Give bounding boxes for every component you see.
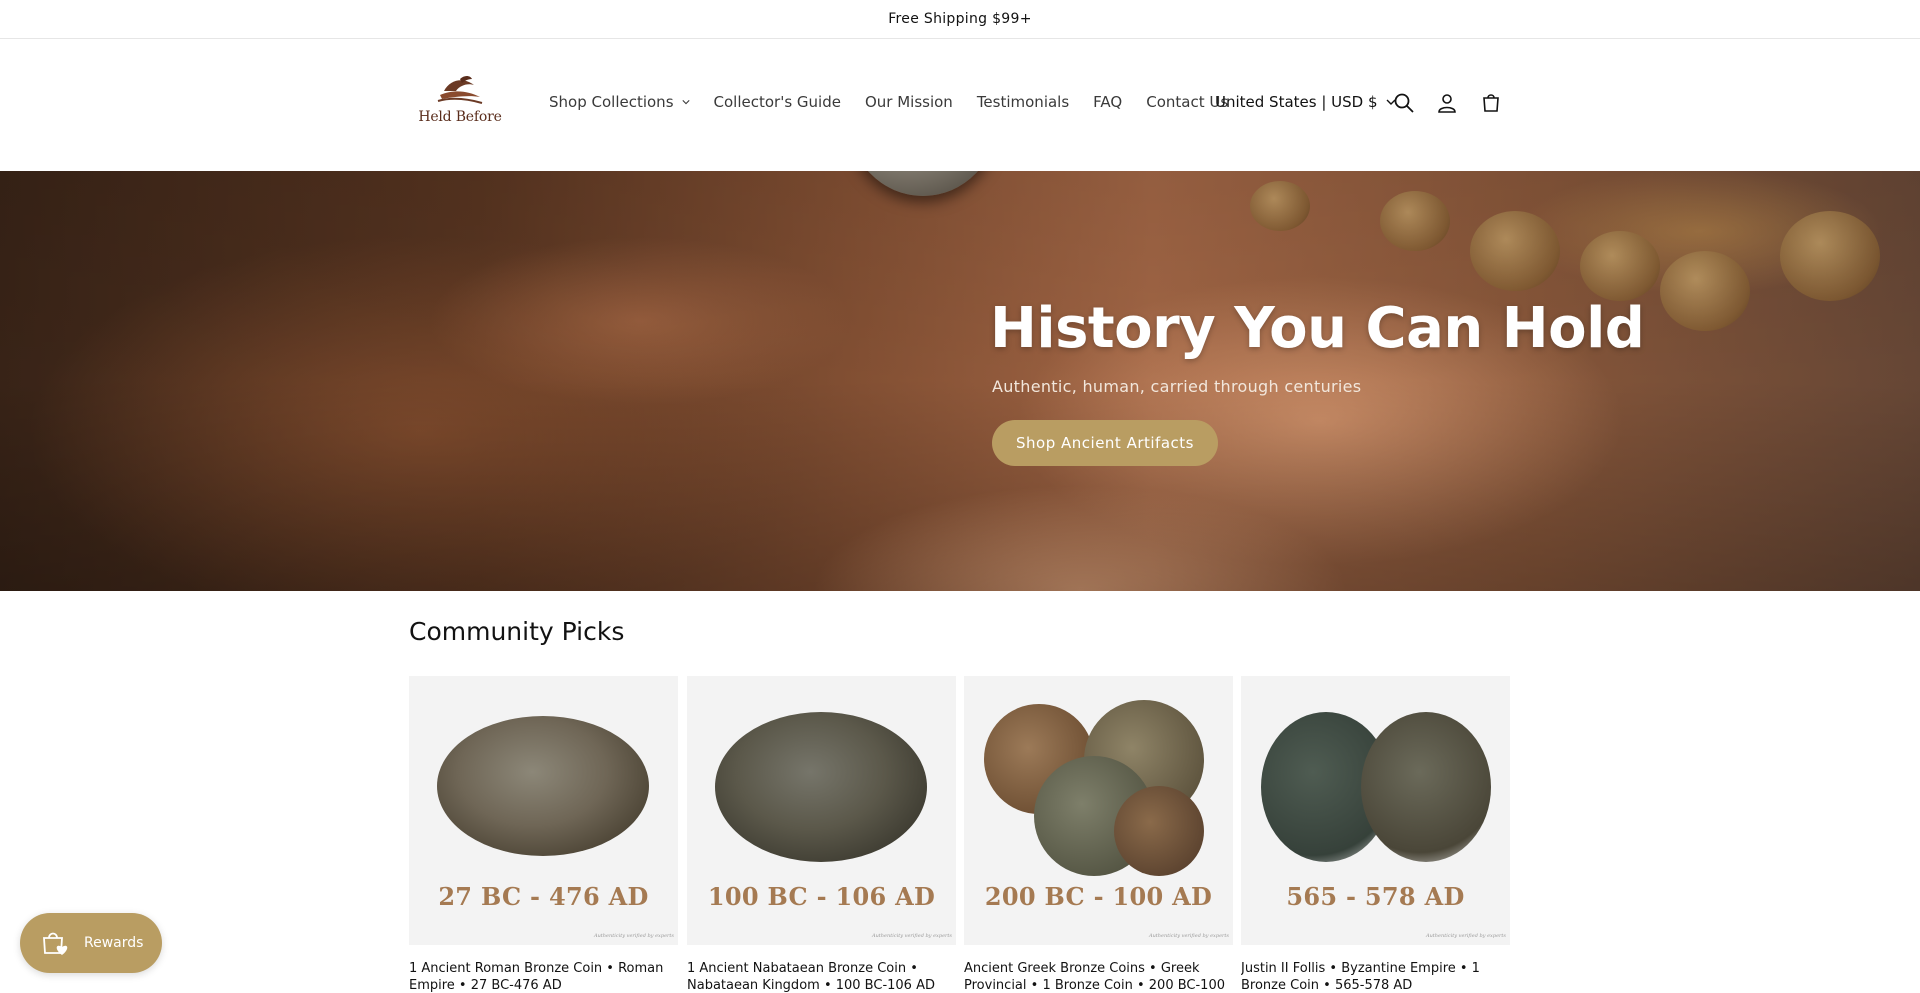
authenticity-note: Authenticity verified by experts <box>1148 933 1229 939</box>
authenticity-note: Authenticity verified by experts <box>1425 933 1506 939</box>
hero-banner <box>0 171 1920 591</box>
rewards-label: Rewards <box>84 935 144 951</box>
nav-collectors-guide[interactable]: Collector's Guide <box>714 93 841 111</box>
shop-artifacts-button[interactable]: Shop Ancient Artifacts <box>992 420 1218 466</box>
announcement-bar: Free Shipping $99+ <box>0 0 1920 39</box>
product-title[interactable]: 1 Ancient Nabataean Bronze Coin • Nabata… <box>687 960 956 993</box>
product-card[interactable]: 100 BC - 106 AD Authenticity verified by… <box>687 676 956 993</box>
brand-name: Held Before <box>418 109 502 125</box>
product-image[interactable]: 200 BC - 100 AD Authenticity verified by… <box>964 676 1233 945</box>
hero-subtitle: Authentic, human, carried through centur… <box>992 377 1362 396</box>
coin-pile-image <box>715 712 927 862</box>
coin-pile-image <box>437 716 649 856</box>
product-era-label: 565 - 578 AD <box>1286 882 1465 911</box>
nav-label: Our Mission <box>864 93 953 111</box>
coin-image <box>1361 712 1491 862</box>
product-image[interactable]: 565 - 578 AD Authenticity verified by ex… <box>1241 676 1510 945</box>
rewards-button[interactable]: Rewards <box>20 913 162 973</box>
product-card[interactable]: 565 - 578 AD Authenticity verified by ex… <box>1241 676 1510 993</box>
brand-logo[interactable]: Held Before <box>414 69 506 135</box>
search-icon[interactable] <box>1392 91 1416 115</box>
eagle-logo-icon <box>437 76 483 104</box>
authenticity-note: Authenticity verified by experts <box>593 933 674 939</box>
nav-label: Shop Collections <box>549 93 674 111</box>
nav-testimonials[interactable]: Testimonials <box>977 93 1069 111</box>
section-title: Community Picks <box>409 617 625 646</box>
product-title[interactable]: 1 Ancient Roman Bronze Coin • Roman Empi… <box>409 960 678 993</box>
product-image[interactable]: 27 BC - 476 AD Authenticity verified by … <box>409 676 678 945</box>
product-era-label: 100 BC - 106 AD <box>707 882 936 911</box>
nav-label: FAQ <box>1093 93 1123 111</box>
locale-label: United States | USD $ <box>1215 93 1378 111</box>
product-era-label: 200 BC - 100 AD <box>984 882 1213 911</box>
hero-overlay <box>0 171 1920 591</box>
locale-selector[interactable]: United States | USD $ <box>1215 93 1396 111</box>
authenticity-note: Authenticity verified by experts <box>871 933 952 939</box>
site-header: Held Before Shop Collections Collector's… <box>0 39 1920 171</box>
product-card[interactable]: 27 BC - 476 AD Authenticity verified by … <box>409 676 678 993</box>
cart-icon[interactable] <box>1479 91 1503 115</box>
account-icon[interactable] <box>1435 91 1459 115</box>
main-nav: Shop Collections Collector's Guide Our M… <box>549 93 1252 111</box>
nav-faq[interactable]: FAQ <box>1093 93 1122 111</box>
hero-title: History You Can Hold <box>990 296 1645 361</box>
product-era-label: 27 BC - 476 AD <box>438 882 649 911</box>
announcement-text: Free Shipping $99+ <box>888 11 1032 27</box>
nav-label: Collector's Guide <box>713 93 841 111</box>
nav-our-mission[interactable]: Our Mission <box>865 93 953 111</box>
product-title[interactable]: Justin II Follis • Byzantine Empire • 1 … <box>1241 960 1510 993</box>
shopping-bag-heart-icon <box>43 932 68 955</box>
coin-image <box>1114 786 1204 876</box>
nav-label: Testimonials <box>976 93 1070 111</box>
nav-shop-collections[interactable]: Shop Collections <box>549 93 690 111</box>
chevron-down-icon <box>681 100 690 105</box>
product-image[interactable]: 100 BC - 106 AD Authenticity verified by… <box>687 676 956 945</box>
product-card[interactable]: 200 BC - 100 AD Authenticity verified by… <box>964 676 1233 993</box>
product-title[interactable]: Ancient Greek Bronze Coins • Greek Provi… <box>964 960 1233 993</box>
